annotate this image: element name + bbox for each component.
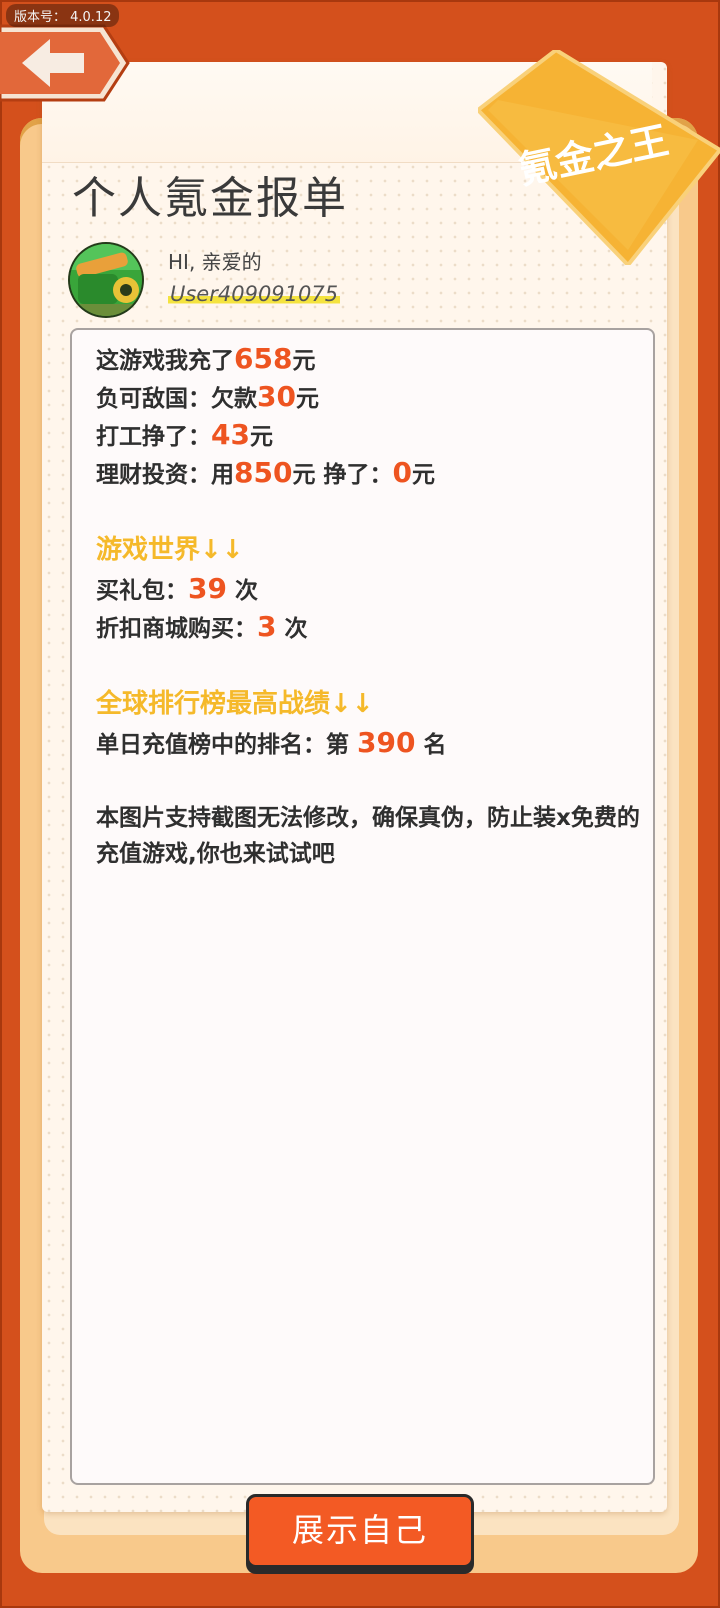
rank-line: 单日充值榜中的排名：第 390 名 <box>96 726 447 759</box>
game-world-heading: 游戏世界↓↓ <box>96 535 244 565</box>
invest-line: 理财投资：用850元 挣了：0元 <box>96 456 435 489</box>
avatar <box>70 244 142 316</box>
gift-line: 买礼包：39 次 <box>96 572 258 605</box>
discount-line: 折扣商城购买：3 次 <box>96 610 308 643</box>
back-button[interactable] <box>0 22 130 104</box>
show-myself-button[interactable]: 展示自己 <box>246 1494 474 1568</box>
king-badge: 氪金之王 <box>475 47 720 269</box>
invest-earn-amount: 0 <box>392 456 412 489</box>
report-stats: 这游戏我充了658元 负可敌国：欠款30元 打工挣了：43元 理财投资：用850… <box>96 340 656 872</box>
invest-amount: 850 <box>234 456 293 489</box>
greeting-text: HI, 亲爱的 <box>168 250 262 274</box>
version-label: 版本号： 4.0.12 <box>6 4 120 27</box>
work-amount: 43 <box>211 418 250 451</box>
work-line: 打工挣了：43元 <box>96 418 273 451</box>
discount-count: 3 <box>257 610 277 643</box>
username: User409091075 <box>168 282 341 306</box>
ranking-heading: 全球排行榜最高战绩↓↓ <box>96 689 374 719</box>
page-title: 个人氪金报单 <box>72 173 348 224</box>
debt-amount: 30 <box>257 380 296 413</box>
debt-line: 负可敌国：欠款30元 <box>96 380 319 413</box>
rank-value: 390 <box>357 726 416 759</box>
recharge-amount: 658 <box>234 342 293 375</box>
recharge-line: 这游戏我充了658元 <box>96 342 316 375</box>
gift-count: 39 <box>188 572 227 605</box>
note-text: 本图片支持截图无法修改，确保真伪，防止装x免费的充值游戏,你也来试试吧 <box>96 805 640 867</box>
